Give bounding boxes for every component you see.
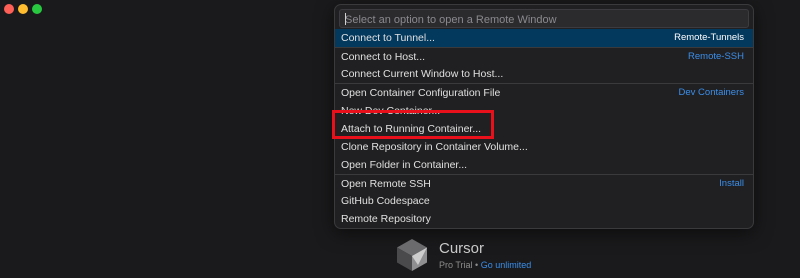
- option-label: New Dev Container...: [341, 104, 441, 117]
- option-connect-to-tunnel[interactable]: Connect to Tunnel... Remote-Tunnels: [335, 29, 753, 48]
- option-label: Remote Repository: [341, 213, 431, 226]
- remote-window-quick-pick: Connect to Tunnel... Remote-Tunnels Conn…: [334, 4, 754, 229]
- option-label: Open Remote SSH: [341, 178, 431, 191]
- close-window-button[interactable]: [4, 4, 14, 14]
- option-open-folder-in-container[interactable]: Open Folder in Container...: [335, 156, 753, 174]
- quick-pick-list: Connect to Tunnel... Remote-Tunnels Conn…: [335, 29, 753, 228]
- option-connect-current-window-to-host[interactable]: Connect Current Window to Host...: [335, 65, 753, 83]
- minimize-window-button[interactable]: [18, 4, 28, 14]
- quick-pick-search-input[interactable]: [340, 11, 748, 29]
- option-new-dev-container[interactable]: New Dev Container...: [335, 102, 753, 120]
- option-label: Open Container Configuration File: [341, 87, 501, 100]
- quick-pick-search: [339, 9, 749, 29]
- text-caret: [345, 13, 346, 25]
- option-install-link[interactable]: Install: [719, 175, 744, 193]
- plan-name: Pro Trial: [439, 260, 473, 270]
- option-remote-repository[interactable]: Remote Repository: [335, 210, 753, 228]
- option-label: Open Folder in Container...: [341, 158, 468, 171]
- plan-status: Pro Trial • Go unlimited: [439, 260, 531, 270]
- go-unlimited-link[interactable]: Go unlimited: [481, 260, 532, 270]
- option-label: GitHub Codespace: [341, 195, 430, 208]
- option-extension-tag: Dev Containers: [678, 87, 744, 99]
- maximize-window-button[interactable]: [32, 4, 42, 14]
- option-label: Connect to Host...: [341, 51, 426, 64]
- option-extension-tag: Remote-SSH: [688, 51, 744, 63]
- option-open-remote-ssh[interactable]: Open Remote SSH Install: [335, 174, 753, 192]
- option-open-container-configuration-file[interactable]: Open Container Configuration File Dev Co…: [335, 83, 753, 101]
- option-attach-to-running-container[interactable]: Attach to Running Container...: [335, 120, 753, 138]
- option-label: Clone Repository in Container Volume...: [341, 140, 528, 153]
- option-label: Connect to Tunnel...: [341, 32, 435, 44]
- app-name: Cursor: [439, 240, 485, 257]
- cursor-cube-icon: [397, 239, 427, 271]
- option-extension-tag: Remote-Tunnels: [674, 32, 744, 43]
- option-label: Connect Current Window to Host...: [341, 68, 504, 81]
- option-github-codespace[interactable]: GitHub Codespace: [335, 192, 753, 210]
- option-clone-repository-in-container-volume[interactable]: Clone Repository in Container Volume...: [335, 138, 753, 156]
- cursor-branding: Cursor Pro Trial • Go unlimited: [396, 238, 596, 274]
- option-connect-to-host[interactable]: Connect to Host... Remote-SSH: [335, 47, 753, 65]
- option-label: Attach to Running Container...: [341, 122, 482, 135]
- plan-separator: •: [475, 260, 479, 270]
